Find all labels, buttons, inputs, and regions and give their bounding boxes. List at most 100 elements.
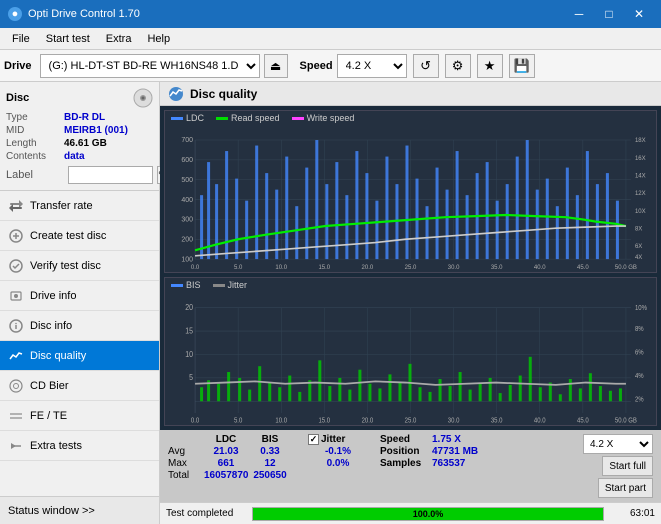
svg-text:0.0: 0.0 — [191, 264, 200, 271]
svg-text:15.0: 15.0 — [318, 417, 330, 425]
chart2-panel: BIS Jitter — [164, 277, 657, 426]
sidebar-item-transfer-rate[interactable]: Transfer rate — [0, 191, 159, 221]
sidebar-item-create-test-disc[interactable]: Create test disc — [0, 221, 159, 251]
disc-icon — [133, 88, 153, 108]
speed-select[interactable]: 4.2 X — [337, 54, 407, 78]
svg-text:300: 300 — [181, 214, 193, 223]
svg-text:35.0: 35.0 — [491, 417, 503, 425]
svg-text:10X: 10X — [635, 208, 646, 215]
jitter-checkbox[interactable]: ✓ — [308, 434, 319, 445]
close-button[interactable]: ✕ — [625, 4, 653, 24]
svg-text:5.0: 5.0 — [234, 417, 243, 425]
disc-title: Disc — [6, 92, 29, 104]
avg-jitter: -0.1% — [308, 446, 368, 457]
max-bis: 12 — [248, 458, 292, 469]
title-bar-controls: ─ □ ✕ — [565, 4, 653, 24]
sidebar-item-disc-info[interactable]: Disc info — [0, 311, 159, 341]
refresh-button[interactable]: ↺ — [413, 54, 439, 78]
speed-value-stat: 1.75 X — [432, 434, 492, 445]
main-layout: Disc Type BD-R DL MID MEIRB1 (001) Lengt… — [0, 82, 661, 524]
speed-position-block: Speed 1.75 X Position 47731 MB Samples 7… — [380, 434, 500, 469]
svg-text:100: 100 — [181, 254, 193, 263]
fe-te-label: FE / TE — [30, 410, 67, 422]
chart-container: LDC Read speed Write speed — [160, 106, 661, 430]
disc-contents-label: Contents — [6, 151, 64, 162]
position-label: Position — [380, 446, 432, 457]
svg-text:40.0: 40.0 — [534, 264, 546, 271]
sidebar-item-disc-quality[interactable]: Disc quality — [0, 341, 159, 371]
drive-label: Drive — [4, 60, 32, 72]
disc-mid-row: MID MEIRB1 (001) — [6, 125, 153, 136]
menu-file[interactable]: File — [4, 29, 38, 49]
app-title: Opti Drive Control 1.70 — [28, 8, 140, 20]
legend-read-speed: Read speed — [216, 113, 280, 123]
svg-text:10.0: 10.0 — [275, 417, 287, 425]
drive-toolbar: Drive (G:) HL-DT-ST BD-RE WH16NS48 1.D3 … — [0, 50, 661, 82]
drive-select[interactable]: (G:) HL-DT-ST BD-RE WH16NS48 1.D3 — [40, 54, 260, 78]
app-icon: ● — [8, 7, 22, 21]
sidebar-item-extra-tests[interactable]: Extra tests — [0, 431, 159, 461]
sidebar-item-cd-bier[interactable]: CD Bier — [0, 371, 159, 401]
avg-label: Avg — [168, 446, 204, 457]
menu-extra[interactable]: Extra — [98, 29, 140, 49]
svg-text:30.0: 30.0 — [448, 264, 460, 271]
status-window-button[interactable]: Status window >> — [0, 496, 159, 524]
speed-select-stat[interactable]: 4.2 X — [583, 434, 653, 454]
start-full-button[interactable]: Start full — [602, 456, 653, 476]
svg-text:500: 500 — [181, 175, 193, 184]
svg-text:4X: 4X — [635, 254, 643, 261]
create-test-disc-label: Create test disc — [30, 230, 106, 242]
max-label: Max — [168, 458, 204, 469]
label-input[interactable] — [68, 166, 153, 184]
svg-text:20.0: 20.0 — [362, 417, 374, 425]
svg-text:18X: 18X — [635, 137, 646, 144]
status-text: Test completed — [166, 508, 246, 519]
disc-mid-label: MID — [6, 125, 64, 136]
stats-max-row: Max 661 12 0.0% — [168, 458, 368, 469]
total-label: Total — [168, 470, 204, 481]
svg-text:5.0: 5.0 — [234, 264, 243, 271]
title-bar: ● Opti Drive Control 1.70 ─ □ ✕ — [0, 0, 661, 28]
svg-text:8%: 8% — [635, 326, 644, 334]
disc-contents-value: data — [64, 151, 85, 162]
progress-bar-container: Test completed 100.0% 63:01 — [160, 502, 661, 524]
speed-label-stat: Speed — [380, 434, 432, 445]
disc-length-label: Length — [6, 138, 64, 149]
disc-label-row: Label ✎ — [6, 166, 153, 184]
stats-table: LDC BIS ✓ Jitter Avg 21.03 0.33 -0.1% — [168, 434, 368, 481]
save-button[interactable]: 💾 — [509, 54, 535, 78]
svg-text:2%: 2% — [635, 396, 644, 404]
jitter-header-container: ✓ Jitter — [308, 434, 368, 445]
status-window-label: Status window >> — [8, 505, 95, 517]
samples-value: 763537 — [432, 458, 492, 469]
svg-text:10%: 10% — [635, 305, 647, 313]
svg-text:12X: 12X — [635, 190, 646, 197]
star-button[interactable]: ★ — [477, 54, 503, 78]
sidebar-item-verify-test-disc[interactable]: Verify test disc — [0, 251, 159, 281]
disc-type-row: Type BD-R DL — [6, 112, 153, 123]
svg-text:45.0: 45.0 — [577, 264, 589, 271]
disc-label-label: Label — [6, 169, 64, 181]
svg-text:40.0: 40.0 — [534, 417, 546, 425]
disc-info-label: Disc info — [30, 320, 72, 332]
drive-info-label: Drive info — [30, 290, 76, 302]
sidebar-item-fe-te[interactable]: FE / TE — [0, 401, 159, 431]
time-text: 63:01 — [610, 508, 655, 519]
menu-start-test[interactable]: Start test — [38, 29, 98, 49]
disc-panel: Disc Type BD-R DL MID MEIRB1 (001) Lengt… — [0, 82, 159, 191]
progress-percent: 100.0% — [253, 508, 603, 520]
settings-button[interactable]: ⚙ — [445, 54, 471, 78]
eject-button[interactable]: ⏏ — [264, 54, 288, 78]
transfer-rate-icon — [8, 198, 24, 214]
maximize-button[interactable]: □ — [595, 4, 623, 24]
menu-help[interactable]: Help — [139, 29, 178, 49]
start-part-button[interactable]: Start part — [598, 478, 653, 498]
disc-contents-row: Contents data — [6, 151, 153, 162]
avg-bis: 0.33 — [248, 446, 292, 457]
minimize-button[interactable]: ─ — [565, 4, 593, 24]
sidebar-item-drive-info[interactable]: Drive info — [0, 281, 159, 311]
disc-type-value: BD-R DL — [64, 112, 105, 123]
legend-bis: BIS — [171, 280, 201, 290]
svg-text:6X: 6X — [635, 243, 643, 250]
disc-info-icon — [8, 318, 24, 334]
